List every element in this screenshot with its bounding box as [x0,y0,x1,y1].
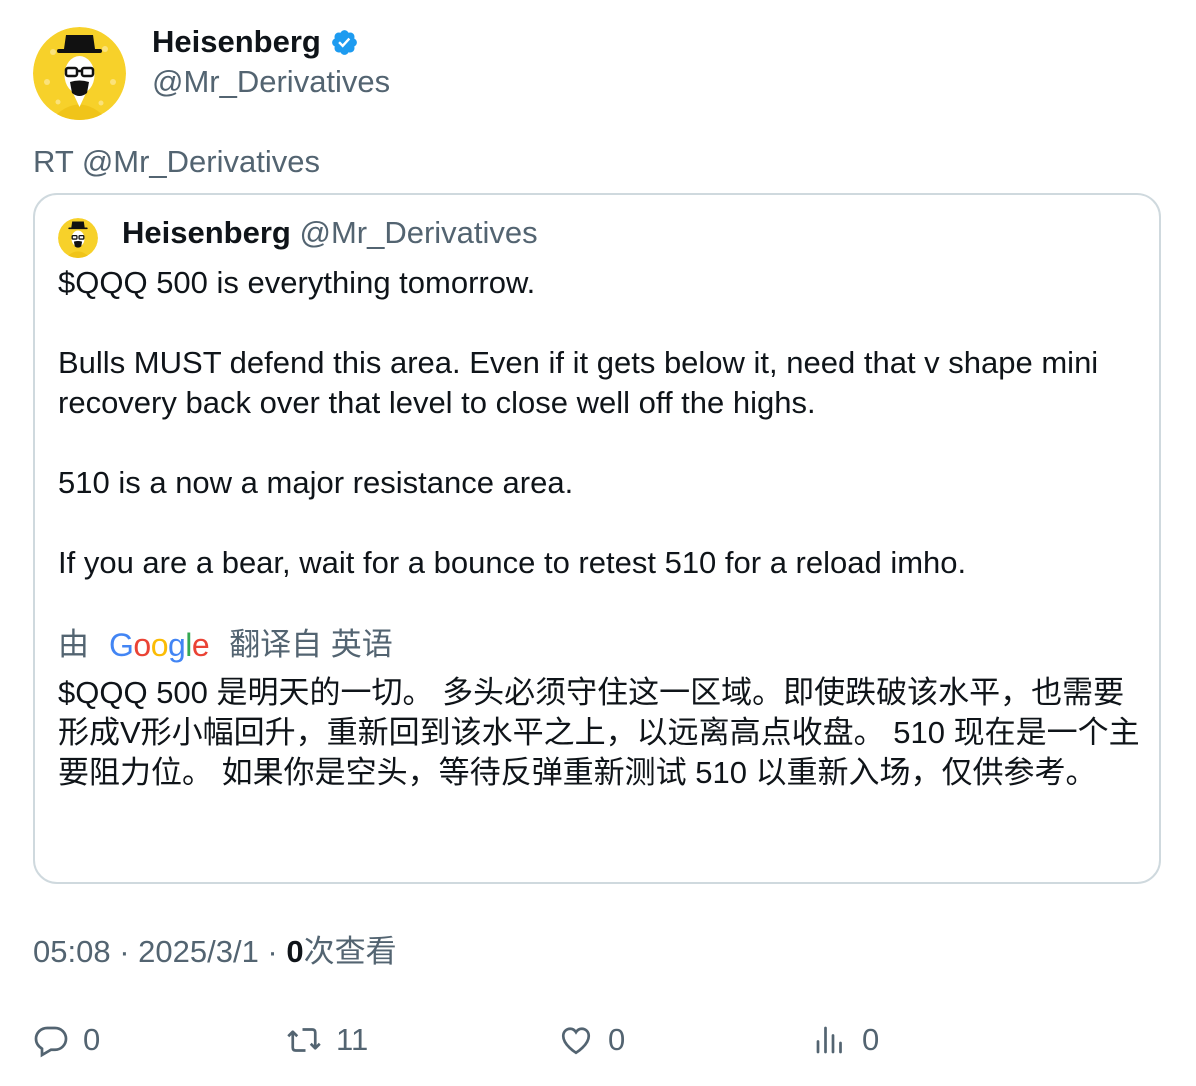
translation-prefix: 由 [58,627,89,662]
verified-badge-icon [331,29,357,55]
quoted-paragraph-1: $QQQ 500 is everything tomorrow. [58,265,536,300]
quoted-paragraph-3: 510 is a now a major resistance area. [58,465,574,500]
tweet-meta: 05:08 · 2025/3/1 · 0次查看 [33,934,397,969]
quoted-display-name[interactable]: Heisenberg [122,215,291,250]
heart-icon [561,1027,591,1055]
view-count: 0 [286,934,304,969]
translation-attribution: 由 Google 翻译自 英语 [58,625,393,665]
reply-count: 0 [83,1022,101,1057]
retweet-icon [287,1028,321,1052]
like-count: 0 [608,1022,626,1057]
author-handle[interactable]: @Mr_Derivatives [152,62,390,102]
retweet-label: RT @Mr_Derivatives [33,144,320,179]
quoted-paragraph-4: If you are a bear, wait for a bounce to … [58,545,967,580]
heisenberg-avatar-icon [58,218,98,258]
analytics-count: 0 [862,1022,880,1057]
analytics-button[interactable]: 0 [812,1020,879,1060]
retweet-button[interactable]: 11 [286,1020,368,1060]
reply-button[interactable]: 0 [33,1020,100,1060]
reply-icon [34,1026,68,1058]
retweet-count: 11 [336,1022,369,1057]
heisenberg-avatar-icon [33,27,126,120]
view-label: 次查看 [303,934,397,969]
google-logo: Google [109,627,210,663]
quoted-handle[interactable]: @Mr_Derivatives [299,215,537,250]
tweet-date[interactable]: 2025/3/1 [138,934,259,969]
translation-suffix: 翻译自 英语 [229,627,393,662]
analytics-icon [816,1026,842,1054]
author-avatar[interactable] [33,27,126,120]
author-name[interactable]: Heisenberg [152,22,359,62]
quoted-paragraph-2: Bulls MUST defend this area. Even if it … [58,345,1099,420]
translated-text: $QQQ 500 是明天的一切。 多头必须守住这一区域。即使跌破该水平，也需要形… [58,675,1140,790]
quoted-author-line[interactable]: Heisenberg @Mr_Derivatives [122,213,538,253]
quoted-author-avatar[interactable] [58,218,98,258]
tweet-time[interactable]: 05:08 [33,934,111,969]
author-display-name[interactable]: Heisenberg [152,22,321,62]
like-button[interactable]: 0 [558,1020,625,1060]
